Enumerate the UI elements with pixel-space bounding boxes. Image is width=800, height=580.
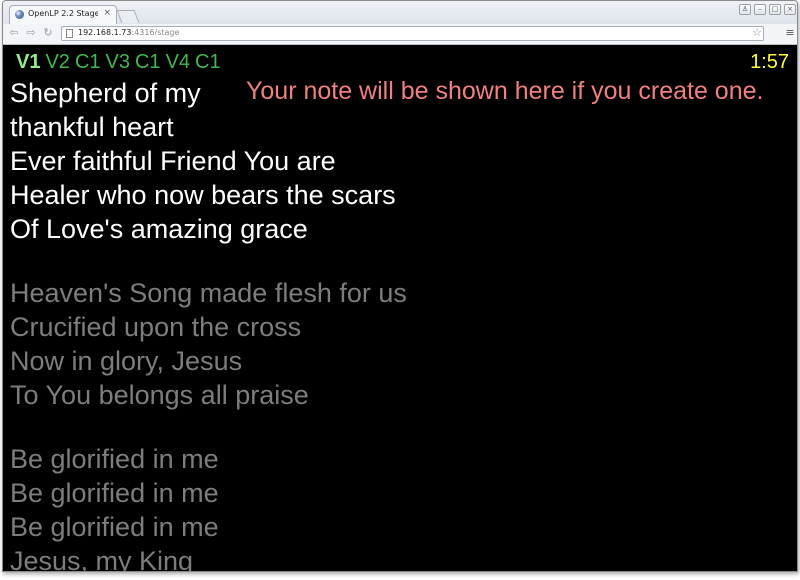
url-text[interactable]: 192.168.1.73:4316/stage <box>78 28 179 37</box>
next-lyric-line: Be glorified in me <box>10 478 219 508</box>
menu-icon[interactable]: ≡ <box>784 26 796 40</box>
next-lyric-line: Be glorified in me <box>10 512 219 542</box>
verse-tag: V4 <box>165 51 191 73</box>
favicon-icon <box>15 10 24 19</box>
current-lyric-line: Of Love's amazing grace <box>10 214 308 244</box>
slide-gap <box>10 246 480 276</box>
next-slide: Be glorified in me Be glorified in me Be g… <box>10 442 480 571</box>
browser-window: OpenLP 2.2 Stage V × ♙ – □ × ⇦ ⇨ ↻ 192.1… <box>2 0 798 572</box>
reload-icon[interactable]: ↻ <box>41 26 55 40</box>
next-lyric-line: Crucified upon the cross <box>10 312 302 342</box>
bookmark-star-icon[interactable]: ☆ <box>752 26 762 39</box>
next-slide: Heaven's Song made flesh for us Crucified… <box>10 276 480 412</box>
verse-order: V1 V2 C1 V3 C1 V4 C1 <box>16 51 226 74</box>
tab-title: OpenLP 2.2 Stage V <box>28 9 98 18</box>
current-lyric-line: thankful heart <box>10 112 174 142</box>
tab-close-icon[interactable]: × <box>103 8 111 18</box>
verse-tag: C1 <box>74 51 101 73</box>
next-lyric-line: Be glorified in me <box>10 444 219 474</box>
forward-icon[interactable]: ⇨ <box>24 26 38 40</box>
verse-tag: V3 <box>105 51 130 73</box>
verse-tag: C1 <box>134 51 161 73</box>
next-lyric-line: To You belongs all praise <box>10 380 309 410</box>
lyrics: Shepherd of my thankful heart Ever faithfu… <box>10 76 480 571</box>
current-lyric-line: Healer who now bears the scars <box>10 180 396 210</box>
user-icon[interactable]: ♙ <box>739 4 751 15</box>
maximize-button[interactable]: □ <box>769 4 781 15</box>
next-lyric-line: Now in glory, Jesus <box>10 346 243 376</box>
url-path: :4316/stage <box>131 28 180 37</box>
verse-tag: V1 <box>16 51 41 73</box>
next-lyric-line: Heaven's Song made flesh for us <box>10 278 407 308</box>
page-icon <box>66 29 73 38</box>
browser-tab[interactable]: OpenLP 2.2 Stage V × <box>9 5 117 24</box>
browser-toolbar: ⇦ ⇨ ↻ 192.168.1.73:4316/stage ☆ ≡ <box>3 24 797 45</box>
next-slides: Heaven's Song made flesh for us Crucified… <box>10 246 480 571</box>
minimize-button[interactable]: – <box>754 4 766 15</box>
stage-note: Your note will be shown here if you crea… <box>246 77 764 105</box>
close-window-button[interactable]: × <box>784 4 796 15</box>
clock: 1:57 <box>750 51 789 73</box>
verse-tag: C1 <box>195 51 221 73</box>
back-icon[interactable]: ⇦ <box>7 26 21 40</box>
new-tab-button[interactable] <box>116 10 140 23</box>
title-bar: OpenLP 2.2 Stage V × ♙ – □ × <box>3 1 797 24</box>
stage-view: V1 V2 C1 V3 C1 V4 C1 1:57 Shepherd of my thankf… <box>3 45 797 571</box>
url-host: 192.168.1.73 <box>78 28 132 37</box>
slide-gap <box>10 412 480 442</box>
address-bar[interactable]: 192.168.1.73:4316/stage ☆ <box>61 26 764 41</box>
current-lyric-line: Ever faithful Friend You are <box>10 146 336 176</box>
verse-tag: V2 <box>45 51 70 73</box>
next-lyric-line: Jesus, my King <box>10 546 194 571</box>
